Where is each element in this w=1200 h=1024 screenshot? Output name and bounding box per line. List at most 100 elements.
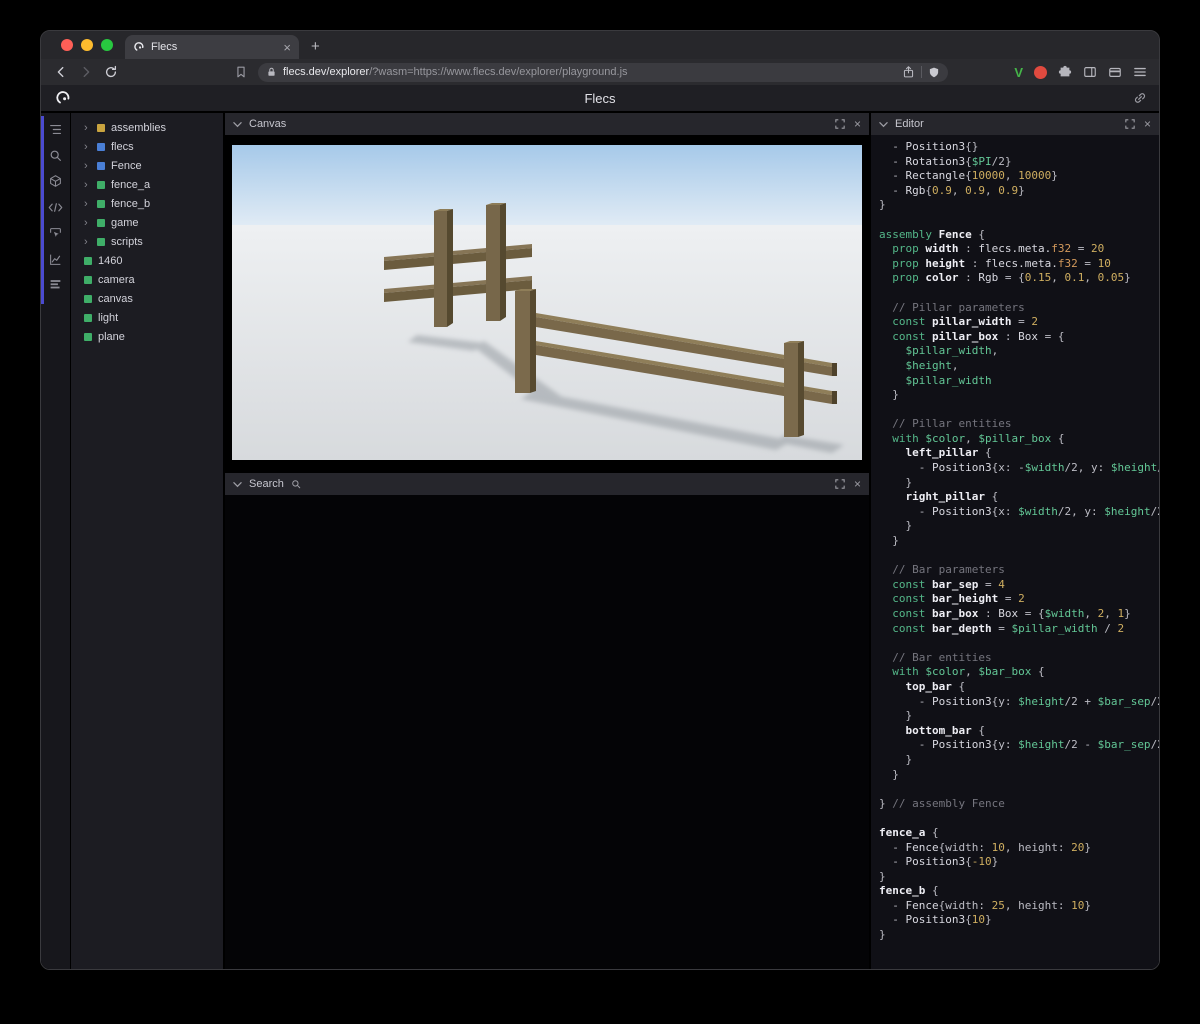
close-icon[interactable]: × (854, 118, 861, 130)
canvas-panel-header[interactable]: Canvas × (225, 113, 869, 135)
chevron-down-icon[interactable] (233, 481, 242, 488)
script-code-icon[interactable] (48, 200, 63, 214)
tree-expand-icon[interactable]: › (84, 198, 91, 210)
entity-kind-badge (84, 332, 92, 341)
close-icon[interactable]: × (854, 478, 861, 490)
reload-icon[interactable] (103, 64, 119, 80)
share-icon[interactable] (902, 65, 915, 79)
forward-icon[interactable] (78, 64, 94, 80)
metrics-bars-icon[interactable] (48, 278, 63, 292)
tree-item-plane[interactable]: plane (71, 327, 223, 346)
inspect-cursor-icon[interactable] (48, 226, 63, 240)
tree-expand-icon[interactable]: › (84, 179, 91, 191)
expand-icon[interactable] (835, 479, 845, 489)
code-line: } (879, 767, 899, 781)
tree-item-label: canvas (98, 292, 133, 305)
entity-kind-badge (97, 161, 105, 170)
extension-adblock-icon[interactable] (1034, 65, 1047, 79)
tree-expand-icon[interactable]: › (84, 236, 91, 248)
url-domain: flecs.dev/explorer (283, 66, 370, 78)
chevron-down-icon[interactable] (879, 121, 888, 128)
code-line: } (879, 928, 886, 942)
entity-kind-badge (97, 180, 105, 189)
scene-cube-icon[interactable] (48, 174, 63, 188)
tree-item-game[interactable]: › game (71, 213, 223, 232)
app-body: › assemblies › flecs › Fence › fence_a › fence_b ›… (41, 113, 1159, 969)
tree-item-label: camera (98, 273, 135, 286)
tree-item-label: fence_b (111, 197, 151, 210)
search-icon[interactable] (48, 148, 63, 162)
code-line: } (879, 709, 913, 723)
menu-hamburger-icon[interactable] (1133, 66, 1147, 78)
page-title: Flecs (584, 90, 616, 106)
tab-favicon-flecs-icon (133, 41, 145, 53)
extension-v-icon[interactable]: V (1014, 65, 1023, 80)
canvas-viewport[interactable] (225, 135, 869, 470)
code-line: const bar_box : Box = {$width, 2, 1} (892, 607, 1131, 620)
tree-item-light[interactable]: light (71, 308, 223, 327)
browser-tab[interactable]: Flecs × (125, 35, 299, 59)
search-panel-header[interactable]: Search × (225, 473, 869, 495)
code-line: // Pillar entities (879, 417, 1012, 431)
bookmark-icon[interactable] (233, 64, 249, 80)
app-header: Flecs (41, 85, 1159, 111)
code-line: - Position3{y: $height/2 + $bar_sep/2} (879, 694, 1159, 708)
tab-close-icon[interactable]: × (283, 41, 291, 54)
tree-item-assemblies[interactable]: › assemblies (71, 118, 223, 137)
editor-code[interactable]: - Position3{} - Rotation3{$PI/2} - Recta… (871, 135, 1159, 969)
wallet-icon[interactable] (1108, 65, 1122, 79)
browser-extension-icons: V (1014, 65, 1147, 80)
expand-icon[interactable] (1125, 119, 1135, 129)
code-line: $pillar_width (905, 373, 992, 387)
canvas-panel-title: Canvas (249, 118, 287, 130)
code-line: } (879, 752, 913, 766)
minimize-window-button[interactable] (81, 39, 93, 51)
stats-chart-icon[interactable] (48, 252, 63, 266)
zoom-window-button[interactable] (101, 39, 113, 51)
tree-item-fence_a[interactable]: › fence_a (71, 175, 223, 194)
address-bar[interactable]: flecs.dev/explorer/?wasm=https://www.fle… (258, 62, 948, 82)
entity-tree-icon[interactable] (48, 122, 63, 136)
close-icon[interactable]: × (1144, 118, 1151, 130)
tree-item-label: game (111, 216, 139, 229)
close-window-button[interactable] (61, 39, 73, 51)
shield-icon[interactable] (928, 66, 940, 79)
tree-expand-icon[interactable]: › (84, 160, 91, 172)
tree-expand-icon[interactable]: › (84, 141, 91, 153)
extensions-puzzle-icon[interactable] (1058, 65, 1072, 79)
tree-item-fence_b[interactable]: › fence_b (71, 194, 223, 213)
tab-title: Flecs (151, 41, 178, 53)
code-line: - Position3{} (879, 140, 979, 153)
entity-kind-badge (97, 142, 105, 151)
code-line: - Position3{10} (879, 913, 992, 927)
entity-kind-badge (97, 123, 105, 132)
flecs-logo-icon[interactable] (55, 90, 71, 106)
tree-item-flecs[interactable]: › flecs (71, 137, 223, 156)
tree-item-camera[interactable]: camera (71, 270, 223, 289)
tree-item-label: scripts (111, 235, 143, 248)
code-line: - Rectangle{10000, 10000} (879, 169, 1058, 183)
titlebar: Flecs × + (41, 31, 1159, 59)
chevron-down-icon[interactable] (233, 121, 242, 128)
code-line: - Position3{y: $height/2 - $bar_sep/2} (879, 738, 1159, 752)
tree-item-1460[interactable]: 1460 (71, 251, 223, 270)
tree-item-canvas[interactable]: canvas (71, 289, 223, 308)
entity-kind-badge (84, 313, 92, 322)
sidebar-toggle-icon[interactable] (1083, 65, 1097, 79)
new-tab-button[interactable]: + (311, 38, 320, 55)
search-results-area[interactable] (225, 495, 869, 969)
tree-item-label: Fence (111, 159, 142, 172)
share-link-icon[interactable] (1133, 91, 1147, 105)
tree-expand-icon[interactable]: › (84, 217, 91, 229)
browser-window: Flecs × + flecs.dev/explorer/?wasm=https… (40, 30, 1160, 970)
code-line: const bar_height = 2 (892, 592, 1025, 606)
back-icon[interactable] (53, 64, 69, 80)
expand-icon[interactable] (835, 119, 845, 129)
code-line: $height, (905, 358, 959, 372)
tree-item-Fence[interactable]: › Fence (71, 156, 223, 175)
tree-expand-icon[interactable]: › (84, 122, 91, 134)
editor-panel-header[interactable]: Editor × (871, 113, 1159, 135)
tree-item-scripts[interactable]: › scripts (71, 232, 223, 251)
